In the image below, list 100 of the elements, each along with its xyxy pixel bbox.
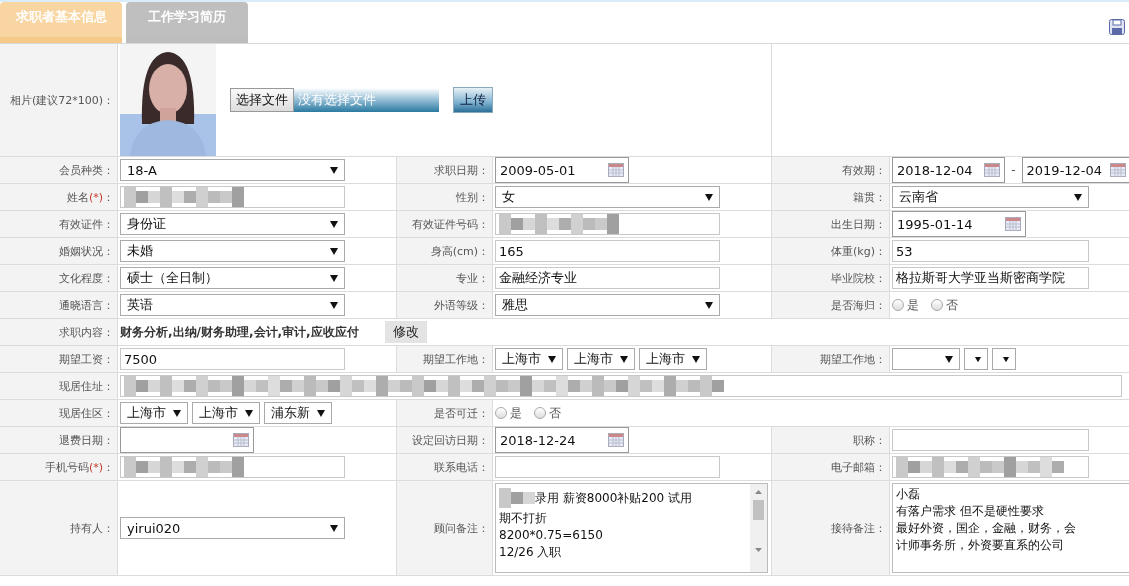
field-label: 是否可迁： <box>434 405 489 421</box>
field-label: 手机号码(*)： <box>44 459 114 475</box>
edit-button[interactable]: 修改 <box>384 321 427 343</box>
dropdown[interactable]: yirui020 <box>120 517 345 539</box>
dropdown[interactable]: 雅思 <box>495 294 720 316</box>
field-label: 求职内容： <box>59 324 114 340</box>
field-label: 设定回访日期： <box>412 432 489 448</box>
field-label: 职称： <box>853 432 886 448</box>
date-field[interactable]: 2018-12-24 <box>495 427 629 453</box>
calendar-icon[interactable] <box>984 163 1001 177</box>
dropdown[interactable]: 女 <box>495 186 720 208</box>
text-field[interactable] <box>120 186 345 208</box>
text-field[interactable]: 格拉斯哥大学亚当斯密商学院 <box>892 267 1089 289</box>
dropdown[interactable]: 上海市 <box>639 348 707 370</box>
field-label: 相片(建议72*100)： <box>9 92 114 108</box>
caret-icon <box>705 193 713 201</box>
field-label: 姓名(*)： <box>66 189 114 205</box>
date-field[interactable]: 1995-01-14 <box>892 211 1026 237</box>
dropdown[interactable]: 上海市 <box>495 348 563 370</box>
note-line: 小磊 <box>896 486 921 503</box>
calendar-icon[interactable] <box>1110 163 1126 177</box>
field-label: 籍贯： <box>853 189 886 205</box>
field-label: 会员种类： <box>59 162 114 178</box>
radio-icon[interactable] <box>892 299 904 311</box>
radio-icon[interactable] <box>495 407 507 419</box>
caret-icon <box>317 409 325 417</box>
note-line: 计师事务所，外资要直系的公司 <box>896 537 1065 554</box>
field-label: 接待备注： <box>831 520 886 536</box>
text-field[interactable]: 165 <box>495 240 720 262</box>
notes-field[interactable]: 录用 薪资8000补贴200 试用 期不打折 8200*0.75=6150 12/26 入职 <box>495 483 768 573</box>
field-label: 期望工作地： <box>820 351 886 367</box>
dropdown[interactable]: 硕士（全日制） <box>120 267 345 289</box>
file-status: 没有选择文件 <box>294 88 439 112</box>
dropdown[interactable]: 未婚 <box>120 240 345 262</box>
radio-option[interactable]: 否 <box>931 296 958 314</box>
note-line: 8200*0.75=6150 <box>499 527 604 544</box>
caret-icon <box>548 355 556 363</box>
text-field[interactable] <box>120 375 1122 397</box>
dropdown[interactable] <box>964 348 988 370</box>
notes-field[interactable]: 小磊 有落户需求 但不是硬性要求 最好外资，国企，金融，财务，会 计师事务所，外资要直系的公司 <box>892 483 1129 573</box>
scrollbar-drawing[interactable] <box>750 484 767 572</box>
dropdown[interactable]: 云南省 <box>892 186 1089 208</box>
date-field[interactable]: 2019-12-04 <box>1021 157 1129 183</box>
field-label: 期望工作地： <box>423 351 489 367</box>
field-label: 电子邮箱： <box>831 459 886 475</box>
text-field[interactable] <box>892 429 1089 451</box>
radio-option[interactable]: 是 <box>495 404 522 422</box>
field-label: 是否海归： <box>831 297 886 313</box>
date-field[interactable]: 2009-05-01 <box>495 157 629 183</box>
field-label: 通晓语言： <box>59 297 114 313</box>
dropdown[interactable]: 身份证 <box>120 213 345 235</box>
calendar-icon[interactable] <box>608 163 624 177</box>
dropdown[interactable]: 英语 <box>120 294 345 316</box>
caret-icon <box>692 355 700 363</box>
field-label: 联系电话： <box>434 459 489 475</box>
note-line: 录用 薪资8000补贴200 试用 <box>499 486 747 510</box>
caret-icon <box>330 274 338 282</box>
dropdown[interactable]: 上海市 <box>192 402 260 424</box>
job-categories: 财务分析,出纳/财务助理,会计,审计,应收应付 <box>120 323 359 341</box>
field-label: 性别： <box>456 189 489 205</box>
date-field[interactable]: 2018-12-04 <box>892 157 1006 183</box>
radio-icon[interactable] <box>931 299 943 311</box>
text-field[interactable] <box>495 456 720 478</box>
radio-icon[interactable] <box>534 407 546 419</box>
caret-icon <box>620 355 628 363</box>
calendar-icon[interactable] <box>1005 217 1021 231</box>
text-field[interactable]: 53 <box>892 240 1089 262</box>
upload-button[interactable]: 上传 <box>453 87 493 113</box>
calendar-icon[interactable] <box>608 433 624 447</box>
dropdown[interactable]: 上海市 <box>120 402 188 424</box>
caret-icon <box>330 524 338 532</box>
dropdown[interactable]: 浦东新 <box>264 402 332 424</box>
text-field[interactable]: 金融经济专业 <box>495 267 720 289</box>
text-field[interactable] <box>495 213 720 235</box>
caret-icon <box>330 220 338 228</box>
caret-icon <box>945 355 953 363</box>
text-field[interactable] <box>892 456 1089 478</box>
field-label: 有效证件号码： <box>412 216 489 232</box>
field-label: 出生日期： <box>831 216 886 232</box>
radio-option[interactable]: 是 <box>892 296 919 314</box>
caret-icon <box>330 301 338 309</box>
calendar-icon[interactable] <box>233 433 249 447</box>
field-label: 顾问备注： <box>434 520 489 536</box>
radio-option[interactable]: 否 <box>534 404 561 422</box>
caret-icon <box>975 355 981 363</box>
field-label: 身高(cm)： <box>430 243 489 259</box>
caret-icon <box>173 409 181 417</box>
caret-icon <box>330 166 338 174</box>
field-label: 求职日期： <box>434 162 489 178</box>
choose-file-button[interactable]: 选择文件 <box>230 88 294 112</box>
field-label: 有效期： <box>842 162 886 178</box>
field-label: 体重(kg)： <box>831 243 886 259</box>
dropdown[interactable]: 18-A <box>120 159 345 181</box>
caret-icon <box>705 301 713 309</box>
dropdown[interactable] <box>992 348 1016 370</box>
dropdown[interactable]: 上海市 <box>567 348 635 370</box>
text-field[interactable] <box>120 456 345 478</box>
date-field[interactable] <box>120 427 254 453</box>
text-field[interactable]: 7500 <box>120 348 345 370</box>
save-icon[interactable] <box>1109 19 1125 35</box>
